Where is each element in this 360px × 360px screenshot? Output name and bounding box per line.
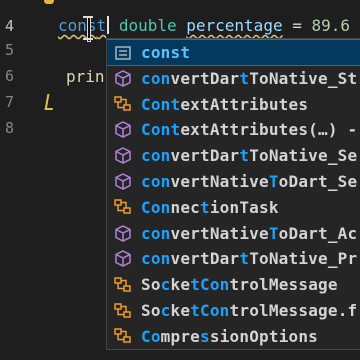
suggestion-item[interactable]: const (107, 39, 360, 66)
mouse-ibeam-cursor-icon (83, 16, 93, 42)
suggestion-item[interactable]: ConnectionTask (107, 195, 360, 220)
suggestion-label: ConnectionTask (141, 197, 279, 217)
suggestion-label: ContextAttributes(…) - (141, 120, 358, 140)
keyword-icon (114, 44, 132, 62)
suggestion-label: convertDartToNative_Pr (141, 249, 358, 269)
suggestion-item[interactable]: SocketControlMessage.f (107, 298, 360, 323)
text-cursor (107, 16, 110, 34)
line-number: 4 (4, 17, 14, 35)
line-number-gutter: 4 5 6 7 8 (0, 0, 40, 360)
bracket-guide-icon (44, 94, 56, 110)
variable-name: percentage (186, 16, 283, 35)
assignment-operator: = (282, 16, 312, 35)
partial-identifier: prin (66, 67, 105, 86)
line-number: 6 (4, 67, 14, 85)
suggestion-item[interactable]: convertDartToNative_St (107, 66, 360, 91)
suggestion-item[interactable]: convertNativeToDart_Ac (107, 221, 360, 246)
suggestion-label: SocketControlMessage.f (141, 301, 358, 320)
class-icon (114, 198, 132, 216)
code-editor[interactable]: 4 5 6 7 8 const double percentage = 89.6… (0, 0, 360, 360)
line-number: 7 (4, 93, 14, 111)
type-keyword: double (118, 16, 177, 35)
method-cube-icon (114, 147, 132, 165)
suggestion-item[interactable]: ContextAttributes (107, 92, 360, 117)
class-icon (114, 327, 132, 345)
suggestion-item[interactable]: SocketControlMessage (107, 272, 360, 297)
method-cube-icon (114, 69, 132, 87)
suggestion-label: convertNativeToDart_Se (141, 172, 358, 191)
autocomplete-suggestion-widget[interactable]: const convertDartToNative_St ContextAttrib… (106, 38, 360, 350)
suggestion-item[interactable]: convertDartToNative_Pr (107, 246, 360, 271)
class-icon (114, 302, 132, 320)
code-line-6[interactable]: prin (66, 66, 105, 88)
suggestion-label: const (141, 43, 191, 62)
suggestion-label: ContextAttributes (141, 94, 309, 114)
suggestion-label: convertDartToNative_St (141, 68, 358, 88)
class-icon (114, 95, 132, 113)
method-cube-icon (114, 224, 132, 242)
suggestion-label: convertDartToNative_Se (141, 146, 358, 166)
suggestion-item[interactable]: CompressionOptions (107, 324, 360, 349)
class-icon (114, 276, 132, 294)
suggestion-label: convertNativeToDart_Ac (141, 223, 358, 243)
method-cube-icon (114, 121, 132, 139)
method-cube-icon (114, 250, 132, 268)
suggestion-label: SocketControlMessage (141, 275, 338, 295)
line-number: 8 (4, 119, 14, 137)
suggestion-label: CompressionOptions (141, 326, 319, 346)
suggestion-item[interactable]: ContextAttributes(…) - (107, 117, 360, 142)
suggestion-item[interactable]: convertDartToNative_Se (107, 143, 360, 168)
line-number: 5 (4, 41, 14, 59)
method-cube-icon (114, 173, 132, 191)
suggestion-item[interactable]: convertNativeToDart_Se (107, 169, 360, 194)
lightbulb-icon[interactable] (44, 0, 54, 4)
numeric-literal: 89.6 (311, 16, 351, 35)
code-line-4[interactable]: const double percentage = 89.6 (58, 15, 350, 37)
